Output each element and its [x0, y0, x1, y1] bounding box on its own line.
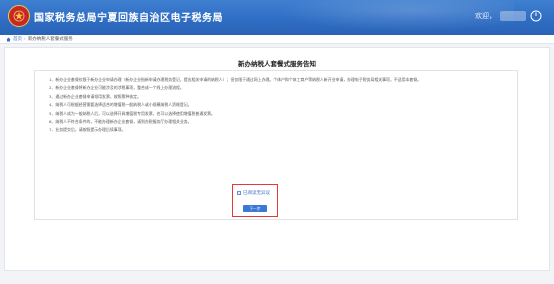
- breadcrumb-separator: ›: [24, 36, 26, 42]
- site-title: 国家税务总局宁夏回族自治区电子税务局: [34, 13, 223, 24]
- notice-paragraph: 4、纳税人可根据经营需要选择适合的增值税一般纳税人或小规模纳税人资格登记。: [49, 102, 192, 108]
- confirm-area: 已阅读无异议 下一步: [232, 184, 278, 217]
- next-step-button[interactable]: 下一步: [243, 205, 267, 212]
- user-name-field[interactable]: [500, 11, 526, 21]
- notice-paragraph: 1、新办企业套餐仅限于新办企业申请办理（新办企业指新申请办理税务登记，提出相关申…: [49, 77, 422, 82]
- main-panel: 新办纳税人套餐式服务告知 1、新办企业套餐仅限于新办企业申请办理（新办企业指新申…: [4, 47, 550, 271]
- breadcrumb-home[interactable]: 首页: [13, 36, 22, 42]
- notice-paragraph: 7、业务提交后，请按照提示办理后续事项。: [49, 127, 126, 133]
- site-header: 国家税务总局宁夏回族自治区电子税务局 欢迎，: [0, 0, 554, 35]
- breadcrumb-current: 新办纳税人套餐式服务: [27, 37, 73, 42]
- notice-paragraph: 5、纳税人成为一般纳税人后，可以选择开具增值税专用发票，也可以选择使用增值税普通…: [49, 110, 215, 116]
- notice-paragraph: 3、通过新办企业套餐申请领用发票，按照票种核定。: [49, 93, 141, 99]
- home-icon: [6, 37, 11, 41]
- breadcrumb: 首页 › 新办纳税人套餐式服务: [0, 35, 554, 44]
- notice-paragraph: 2、新办企业套餐将新办企业可能涉及的涉税事项，整合成一个线上办理流程。: [49, 85, 184, 91]
- user-area: 欢迎，: [475, 9, 542, 23]
- logout-icon[interactable]: [530, 10, 542, 22]
- agree-checkbox-label[interactable]: 已阅读无异议: [243, 190, 270, 196]
- notice-paragraph: 6、纳税人不符合条件的，不能办理新办企业套餐，请到办税服务厅办理相关业务。: [49, 119, 192, 125]
- agree-checkbox-row[interactable]: 已阅读无异议: [237, 190, 270, 196]
- tax-emblem-icon: [8, 5, 30, 27]
- user-greeting: 欢迎，: [475, 12, 496, 20]
- notice-title: 新办纳税人套餐式服务告知: [238, 60, 316, 68]
- agree-checkbox[interactable]: [237, 191, 241, 195]
